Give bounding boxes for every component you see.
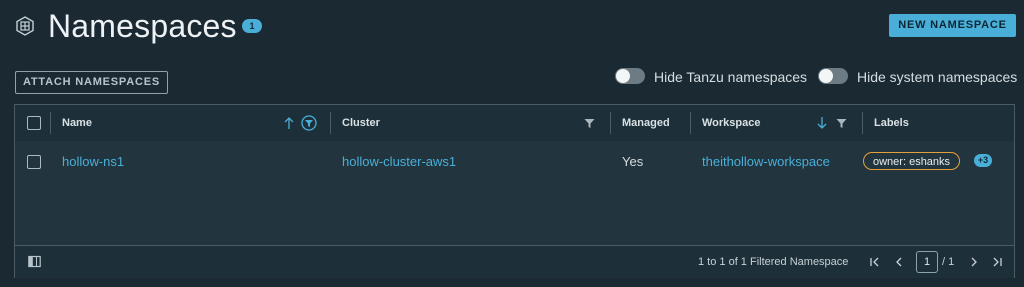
managed-value: Yes	[622, 154, 644, 169]
namespace-count-badge: 1	[242, 19, 262, 33]
hide-tanzu-toggle[interactable]	[615, 68, 645, 84]
new-namespace-button[interactable]: NEW NAMESPACE	[889, 14, 1016, 37]
column-separator	[50, 112, 51, 134]
namespace-grid: Name Cluster Managed Workspace Labels ho…	[14, 104, 1015, 278]
first-page-icon[interactable]	[868, 255, 882, 269]
label-chip[interactable]: owner: eshanks	[863, 152, 961, 170]
column-separator	[610, 112, 611, 134]
column-header-labels: Labels	[874, 117, 909, 129]
column-separator	[690, 112, 691, 134]
column-header-name[interactable]: Name	[62, 117, 92, 130]
toggle-knob	[616, 69, 630, 83]
hide-system-label: Hide system namespaces	[857, 69, 1018, 85]
hide-system-toggle[interactable]	[818, 68, 848, 84]
namespace-name-link[interactable]: hollow-ns1	[62, 154, 124, 170]
filter-icon[interactable]	[301, 115, 317, 131]
column-header-cluster[interactable]: Cluster	[342, 117, 380, 130]
workspace-link[interactable]: theithollow-workspace	[702, 154, 830, 170]
last-page-icon[interactable]	[990, 255, 1004, 269]
select-all-checkbox[interactable]	[27, 116, 41, 130]
page-title: Namespaces	[48, 8, 237, 44]
column-header-workspace[interactable]: Workspace	[702, 117, 761, 130]
cluster-link[interactable]: hollow-cluster-aws1	[342, 154, 456, 170]
column-header-managed[interactable]: Managed	[622, 117, 670, 130]
current-page-input[interactable]: 1	[916, 251, 938, 273]
more-labels-badge[interactable]: +3	[974, 154, 992, 167]
column-toggle-icon[interactable]	[28, 255, 41, 268]
toggle-knob	[819, 69, 833, 83]
column-separator	[862, 112, 863, 134]
namespace-icon	[16, 16, 34, 36]
grid-header: Name Cluster Managed Workspace Labels	[15, 105, 1014, 142]
grid-footer: 1 to 1 of 1 Filtered Namespace 1 / 1	[15, 245, 1014, 278]
row-select-checkbox[interactable]	[27, 155, 41, 169]
sort-up-icon[interactable]	[283, 116, 295, 130]
next-page-icon[interactable]	[967, 255, 981, 269]
filter-icon[interactable]	[836, 118, 847, 129]
filter-icon[interactable]	[584, 118, 595, 129]
sort-down-icon[interactable]	[816, 116, 828, 130]
attach-namespaces-button[interactable]: ATTACH NAMESPACES	[15, 71, 168, 94]
prev-page-icon[interactable]	[892, 255, 906, 269]
hide-tanzu-label: Hide Tanzu namespaces	[654, 69, 808, 85]
pagination-summary: 1 to 1 of 1 Filtered Namespace	[698, 256, 849, 268]
table-row: hollow-ns1 hollow-cluster-aws1 Yes theit…	[15, 141, 1014, 245]
column-separator	[330, 112, 331, 134]
total-pages: / 1	[942, 256, 955, 268]
